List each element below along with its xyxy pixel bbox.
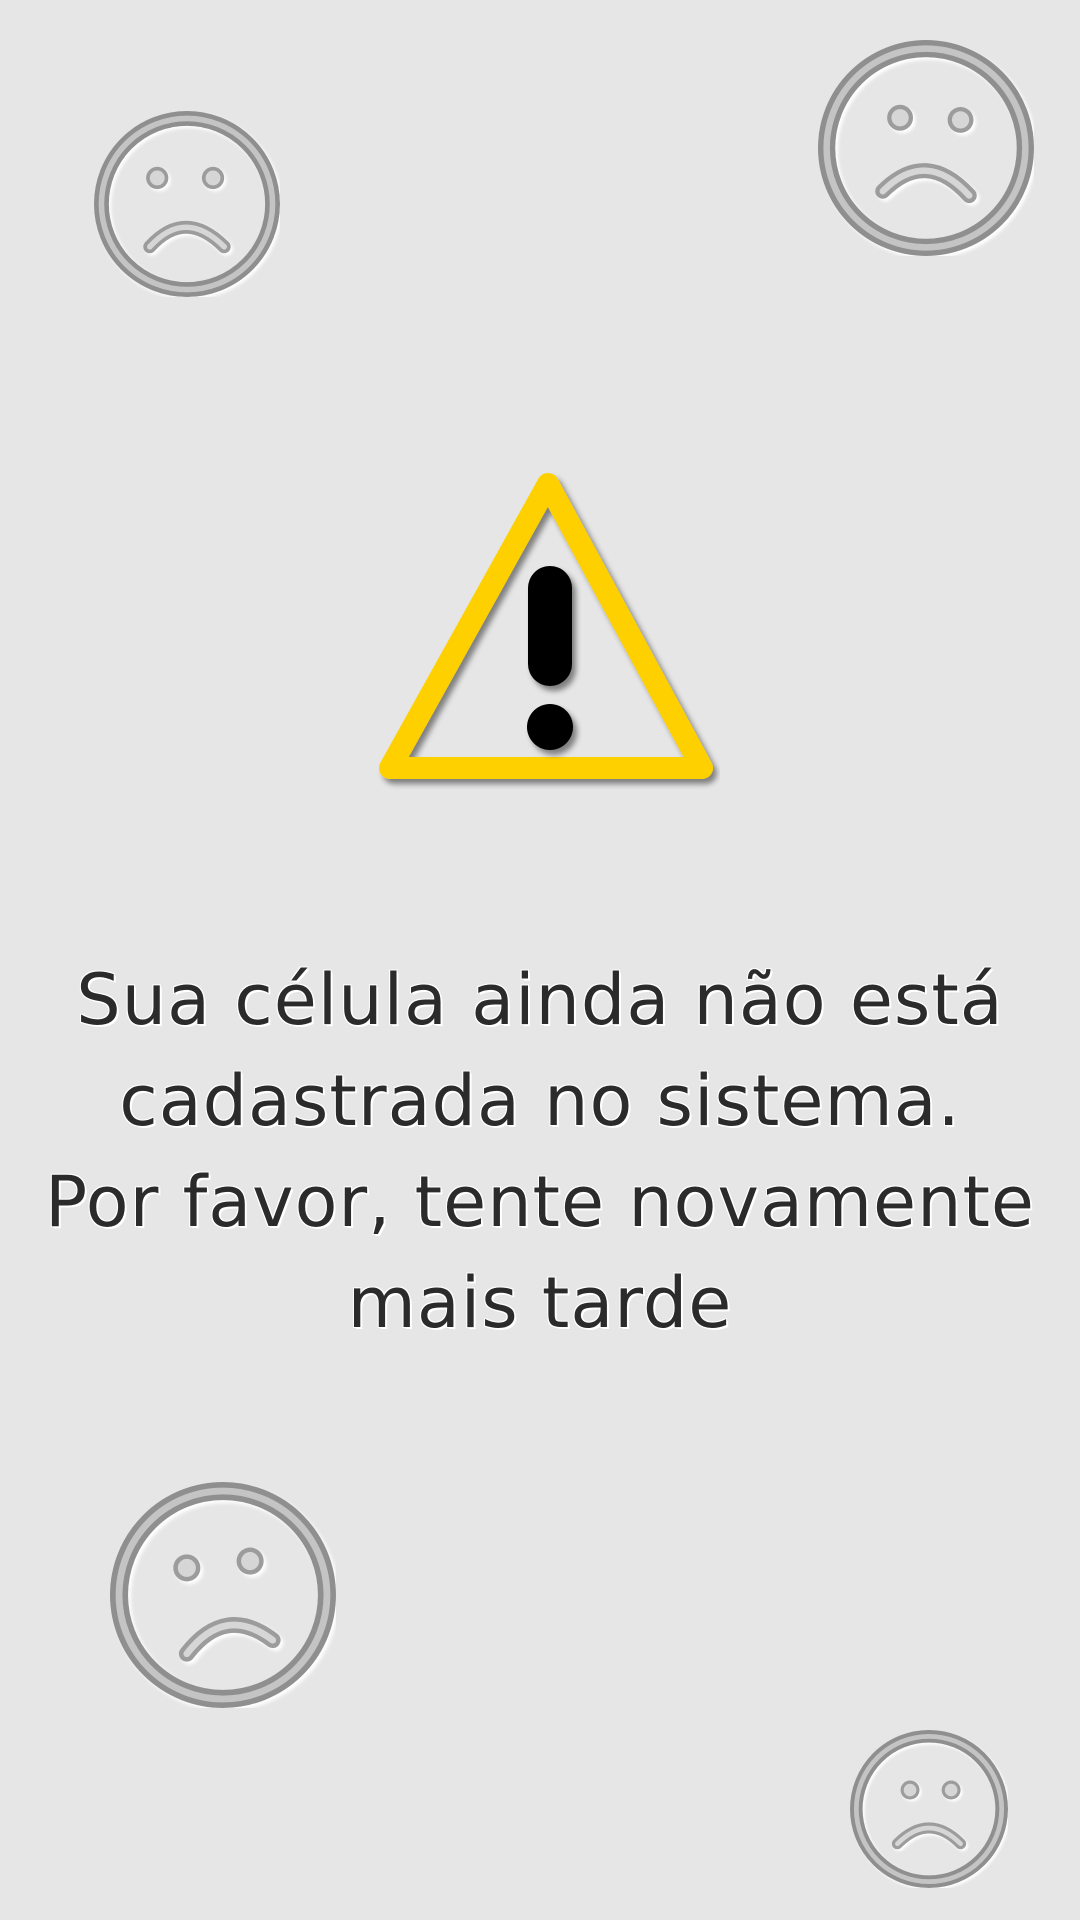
error-screen: Sua célula ainda não está cadastrada no … [0, 0, 1080, 1920]
error-message-line: cadastrada no sistema. [119, 1060, 961, 1142]
error-message-line: mais tarde [347, 1262, 733, 1344]
sad-face-icon [94, 111, 280, 297]
error-message-line: Sua célula ainda não está [76, 959, 1004, 1041]
sad-face-icon [818, 40, 1034, 256]
sad-face-icon [110, 1482, 336, 1708]
warning-triangle-icon [372, 466, 720, 796]
error-message-line: Por favor, tente novamente [45, 1161, 1035, 1243]
sad-face-icon [850, 1730, 1008, 1888]
error-message: Sua célula ainda não está cadastrada no … [40, 950, 1040, 1354]
